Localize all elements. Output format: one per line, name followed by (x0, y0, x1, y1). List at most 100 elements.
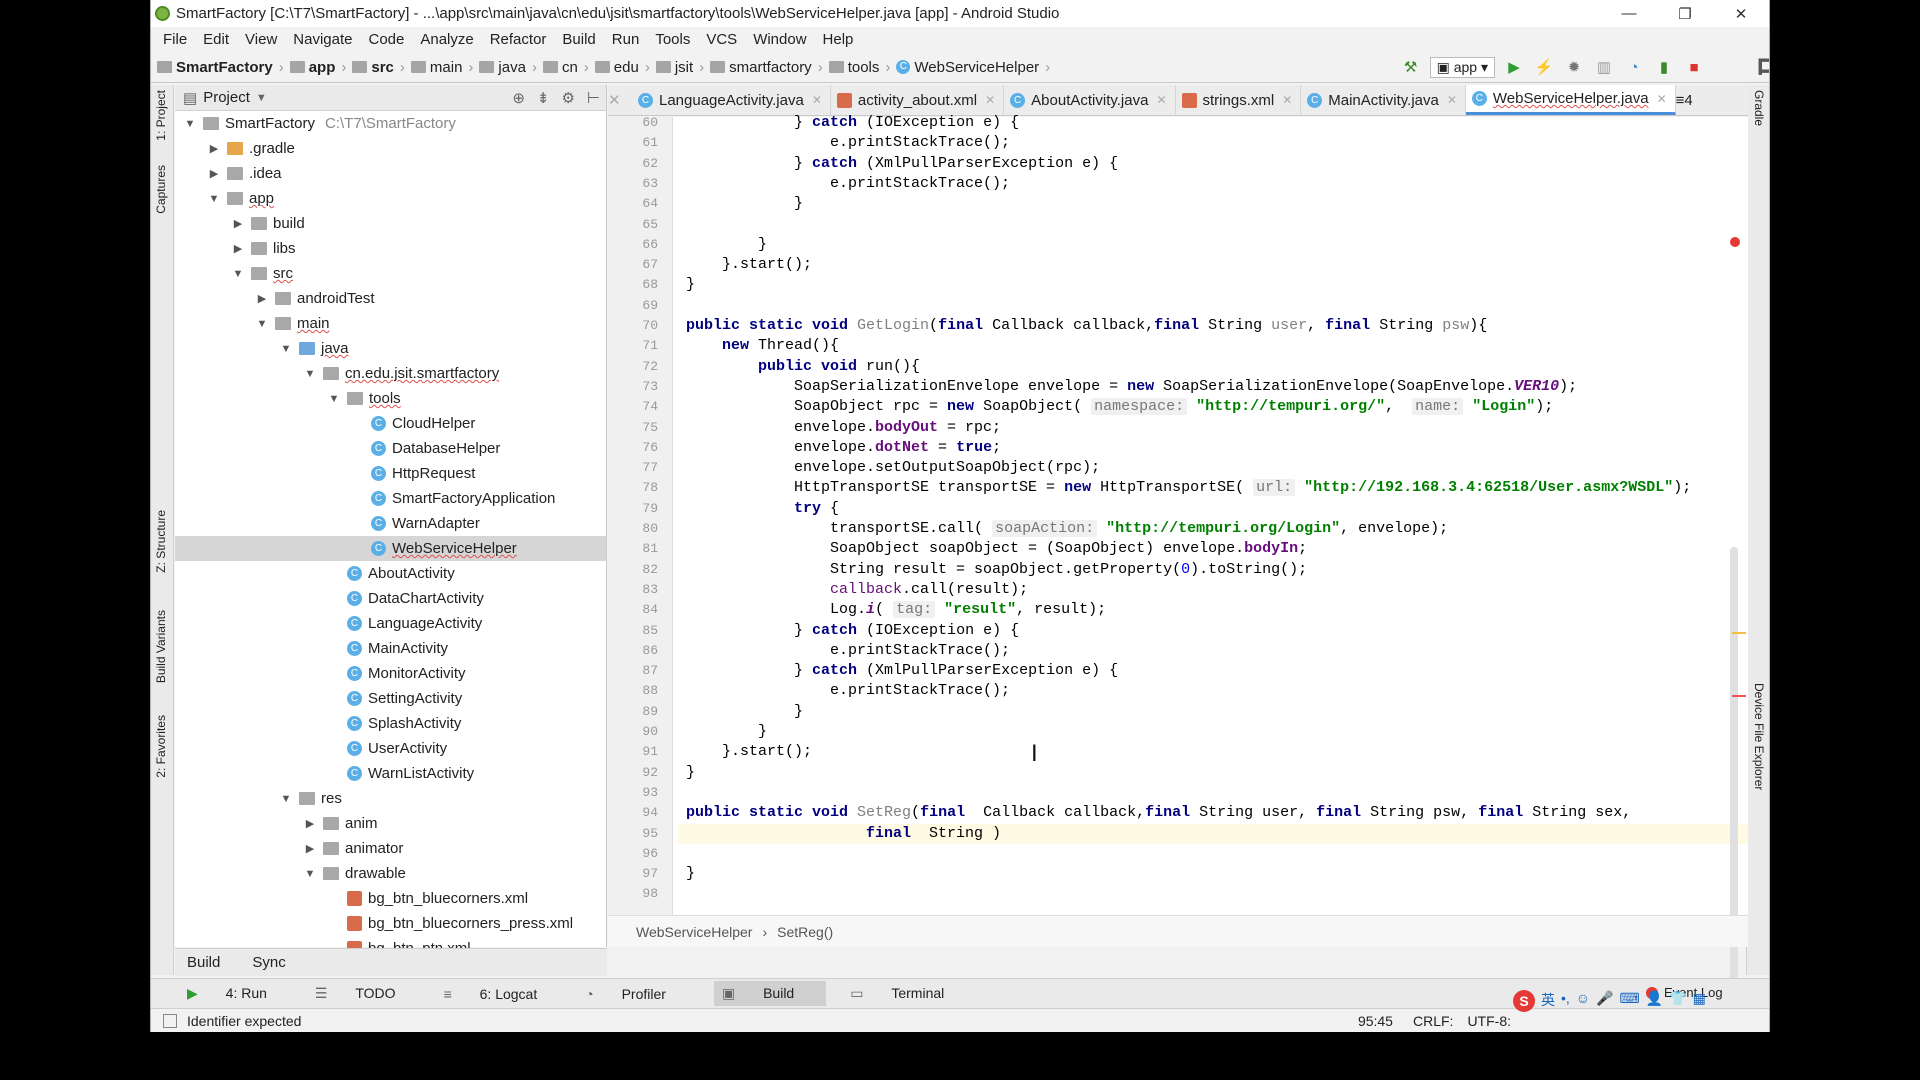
breadcrumb-item[interactable]: app › (289, 59, 346, 76)
ime-button[interactable]: •, (1561, 990, 1570, 1012)
code-line[interactable]: e.printStackTrace(); (686, 641, 1010, 661)
chevron-right-icon[interactable]: ▶ (231, 217, 245, 230)
chevron-down-icon[interactable]: ▼ (303, 368, 317, 380)
chevron-down-icon[interactable]: ▼ (231, 268, 245, 280)
breadcrumb-item[interactable]: java › (479, 59, 537, 76)
menu-tools[interactable]: Tools (647, 31, 698, 48)
menu-file[interactable]: File (155, 31, 195, 48)
tree-item-monitoractivity[interactable]: C MonitorActivity (175, 661, 606, 686)
tree-item-cn-edu-jsit-smartfactory[interactable]: ▼ cn.edu.jsit.smartfactory (175, 361, 606, 386)
close-icon[interactable]: ✕ (1657, 92, 1667, 106)
editor-crumb[interactable]: SetReg() (777, 924, 833, 940)
tab-mainactivity-java[interactable]: C MainActivity.java ✕ (1301, 85, 1466, 115)
chevron-right-icon[interactable]: ▶ (231, 242, 245, 255)
chevron-down-icon[interactable]: ▼ (279, 343, 293, 355)
tree-item-src[interactable]: ▼ src (175, 261, 606, 286)
chevron-right-icon[interactable]: ▶ (207, 167, 221, 180)
tree-item-aboutactivity[interactable]: C AboutActivity (175, 561, 606, 586)
menu-run[interactable]: Run (604, 31, 648, 48)
menu-edit[interactable]: Edit (195, 31, 237, 48)
run-icon[interactable]: ▶ (1504, 57, 1524, 77)
chevron-down-icon[interactable]: ▼ (303, 868, 317, 880)
restore-button[interactable]: ❐ (1657, 5, 1713, 23)
tree-item-splashactivity[interactable]: C SplashActivity (175, 711, 606, 736)
tree-item-settingactivity[interactable]: C SettingActivity (175, 686, 606, 711)
menu-build[interactable]: Build (554, 31, 603, 48)
breadcrumb-item[interactable]: jsit › (655, 59, 704, 76)
tree-item-datachartactivity[interactable]: C DataChartActivity (175, 586, 606, 611)
code-line[interactable]: e.printStackTrace(); (686, 174, 1010, 194)
code-line[interactable]: e.printStackTrace(); (686, 133, 1010, 153)
ime-button[interactable]: 🎤 (1596, 990, 1613, 1012)
tab-aboutactivity-java[interactable]: C AboutActivity.java ✕ (1004, 85, 1176, 115)
tree-item-useractivity[interactable]: C UserActivity (175, 736, 606, 761)
code-line[interactable]: public static void SetReg(final Callback… (686, 803, 1631, 823)
menu-help[interactable]: Help (815, 31, 862, 48)
code-line[interactable]: envelope.setOutputSoapObject(rpc); (686, 458, 1100, 478)
breadcrumb-item[interactable]: main › (410, 59, 473, 76)
tree-item-res[interactable]: ▼ res (175, 786, 606, 811)
code-line[interactable]: } (686, 275, 695, 295)
tab-activity-about-xml[interactable]: activity_about.xml ✕ (831, 85, 1005, 115)
menu-code[interactable]: Code (360, 31, 412, 48)
code-line[interactable]: callback.call(result); (686, 580, 1028, 600)
breadcrumb-item[interactable]: cn › (542, 59, 589, 76)
chevron-down-icon[interactable]: ▼ (207, 193, 221, 205)
code-line[interactable]: new Thread(){ (686, 336, 839, 356)
menu-navigate[interactable]: Navigate (285, 31, 360, 48)
tree-item-libs[interactable]: ▶ libs (175, 236, 606, 261)
tree-item-mainactivity[interactable]: C MainActivity (175, 636, 606, 661)
code-line[interactable]: final String ) (686, 824, 1001, 844)
tree-item-build[interactable]: ▶ build (175, 211, 606, 236)
code-line[interactable]: } catch (IOException e) { (686, 621, 1019, 641)
tree-item-bg-btn-bluecorners-xml[interactable]: bg_btn_bluecorners.xml (175, 886, 606, 911)
run-config-select[interactable]: ▣ app ▾ (1429, 56, 1495, 78)
breadcrumb-item[interactable]: tools › (828, 59, 890, 76)
chevron-right-icon[interactable]: ▶ (207, 142, 221, 155)
tree-item-warnlistactivity[interactable]: C WarnListActivity (175, 761, 606, 786)
close-icon[interactable]: ✕ (985, 93, 995, 107)
tab-strings-xml[interactable]: strings.xml ✕ (1176, 85, 1302, 115)
code-line[interactable]: try { (686, 499, 839, 519)
attach-debugger-icon[interactable]: ▮ (1654, 57, 1674, 77)
code-line[interactable]: } (686, 235, 767, 255)
code-line[interactable]: } catch (IOException e) { (686, 113, 1019, 133)
code-line[interactable]: Log.i( tag: "result", result); (686, 600, 1106, 620)
code-line[interactable]: } (686, 763, 695, 783)
code-line[interactable]: String result = soapObject.getProperty(0… (686, 560, 1307, 580)
line-separator[interactable]: CRLF: (1413, 1013, 1453, 1029)
breadcrumb-item[interactable]: edu › (594, 59, 650, 76)
tree-item-bg-btn-bluecorners-press-xml[interactable]: bg_btn_bluecorners_press.xml (175, 911, 606, 936)
menu-refactor[interactable]: Refactor (482, 31, 555, 48)
tree-item-cloudhelper[interactable]: C CloudHelper (175, 411, 606, 436)
tab-overflow-button[interactable]: ≡4 (1676, 92, 1693, 109)
debug-icon[interactable]: ✹ (1564, 57, 1584, 77)
tab-build[interactable]: Build (187, 954, 220, 971)
code-line[interactable]: envelope.dotNet = true; (686, 438, 1001, 458)
tool-window-terminal[interactable]: ▭ Terminal (850, 985, 968, 1002)
code-editor[interactable]: 60 61 62 63 64 65 66 67 68 69 70 71 72 73 74 75 76 77 78 79… (608, 114, 1748, 997)
code-line[interactable]: } catch (XmlPullParserException e) { (686, 154, 1118, 174)
tool-tab-1-project[interactable]: 1: Project (154, 90, 168, 141)
error-marker[interactable] (1732, 695, 1746, 697)
tree-item-smartfactory[interactable]: ▼ SmartFactory C:\T7\SmartFactory (175, 111, 606, 136)
close-icon[interactable]: ✕ (812, 93, 822, 107)
chevron-down-icon[interactable]: ▼ (255, 318, 269, 330)
chevron-right-icon[interactable]: ▶ (303, 842, 317, 855)
code-line[interactable]: } catch (XmlPullParserException e) { (686, 661, 1118, 681)
chevron-down-icon[interactable]: ▼ (183, 118, 197, 130)
locate-icon[interactable]: ⊕ (512, 89, 525, 107)
tree-item-languageactivity[interactable]: C LanguageActivity (175, 611, 606, 636)
tree-item--idea[interactable]: ▶ .idea (175, 161, 606, 186)
tree-item-java[interactable]: ▼ java (175, 336, 606, 361)
ime-button[interactable]: 👕 (1669, 990, 1686, 1012)
tree-item-smartfactoryapplication[interactable]: C SmartFactoryApplication (175, 486, 606, 511)
tree-item-drawable[interactable]: ▼ drawable (175, 861, 606, 886)
tree-item-httprequest[interactable]: C HttpRequest (175, 461, 606, 486)
caret-position[interactable]: 95:45 (1358, 1013, 1393, 1029)
tree-item--gradle[interactable]: ▶ .gradle (175, 136, 606, 161)
ime-button[interactable]: ▦ (1693, 990, 1706, 1012)
minimize-button[interactable]: — (1601, 5, 1657, 22)
tool-tab-z-structure[interactable]: Z: Structure (154, 510, 168, 573)
code-line[interactable]: envelope.bodyOut = rpc; (686, 418, 1001, 438)
